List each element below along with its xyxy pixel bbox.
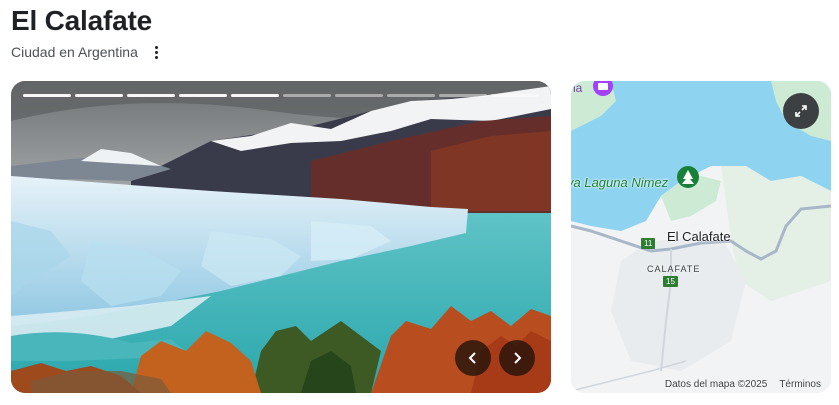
progress-segment xyxy=(335,94,383,97)
map-data-credit: Datos del mapa ©2025 xyxy=(664,379,768,390)
route-shield: 11 xyxy=(641,238,656,249)
map-terms-link[interactable]: Términos xyxy=(779,379,821,390)
map-attribution: Datos del mapa ©2025 Términos xyxy=(665,379,821,390)
progress-segment xyxy=(127,94,175,97)
more-vert-icon-dot xyxy=(155,50,159,54)
photo-carousel[interactable] xyxy=(11,81,551,393)
progress-segment xyxy=(439,94,487,97)
more-vert-icon-dot xyxy=(155,55,159,59)
map-label-top: na xyxy=(571,81,583,95)
progress-segment xyxy=(231,94,279,97)
subtitle-row: Ciudad en Argentina xyxy=(11,42,164,62)
page-title: El Calafate xyxy=(11,5,152,36)
expand-icon xyxy=(795,105,807,117)
route-shield: 15 xyxy=(663,276,678,287)
progress-segment xyxy=(491,94,539,97)
progress-segment xyxy=(387,94,435,97)
chevron-right-icon xyxy=(514,352,522,364)
carousel-progress xyxy=(23,94,539,97)
map-label-lake[interactable]: va Laguna Nimez xyxy=(571,175,668,190)
next-photo-button[interactable] xyxy=(499,340,535,376)
map-label-city: El Calafate xyxy=(667,229,731,244)
progress-segment xyxy=(283,94,331,97)
previous-photo-button[interactable] xyxy=(455,340,491,376)
more-vert-icon xyxy=(155,45,159,49)
progress-segment xyxy=(23,94,71,97)
place-type-subtitle: Ciudad en Argentina xyxy=(11,44,138,60)
map-label-area: CALAFATE xyxy=(647,264,701,274)
progress-segment xyxy=(179,94,227,97)
location-map[interactable]: na va Laguna Nimez 11 El Calafate CALAFA… xyxy=(571,81,831,393)
progress-segment xyxy=(75,94,123,97)
knowledge-panel: El Calafate Ciudad en Argentina na va La… xyxy=(0,0,839,405)
map-expand-button[interactable] xyxy=(783,93,819,129)
more-options-button[interactable] xyxy=(150,43,164,61)
chevron-left-icon xyxy=(468,352,476,364)
